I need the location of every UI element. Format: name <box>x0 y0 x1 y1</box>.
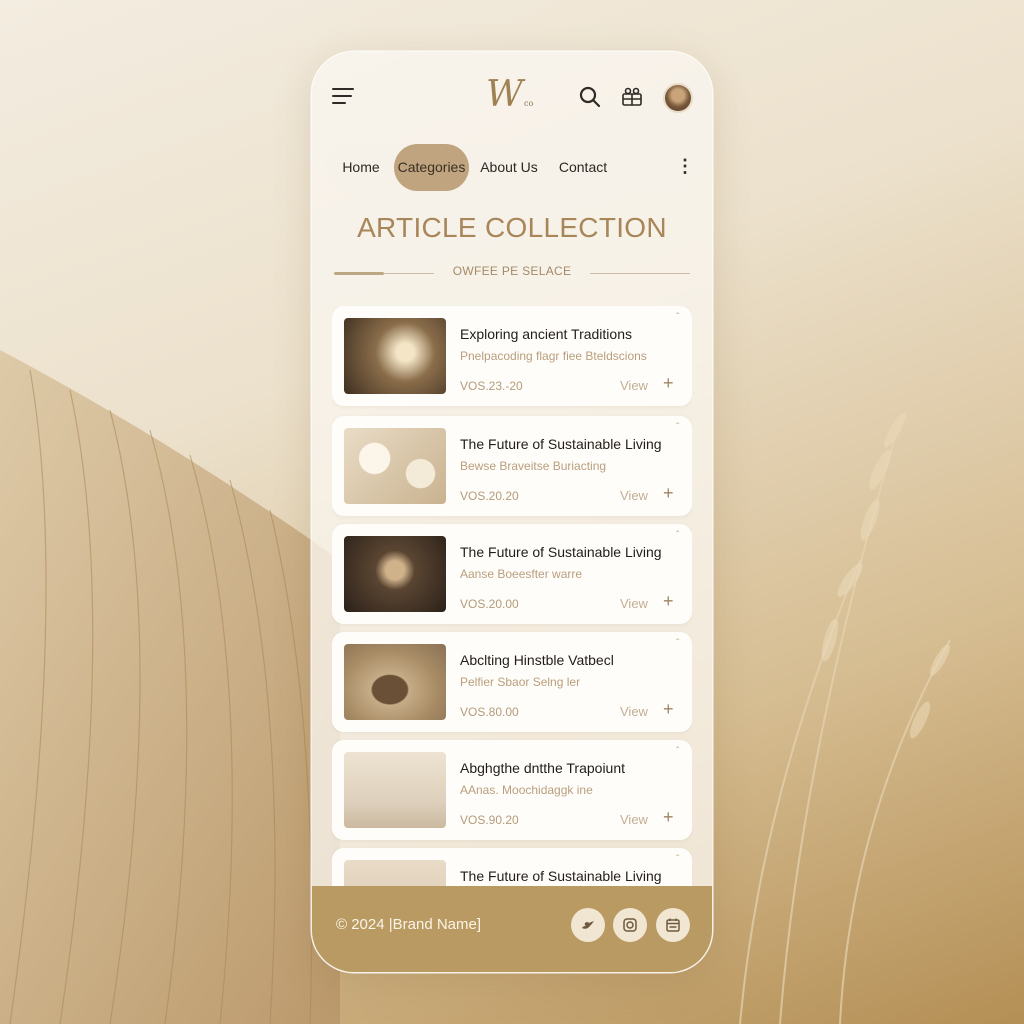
article-card[interactable]: Abclting Hinstble Vatbecl Pelfier Sbaor … <box>332 632 692 732</box>
nav-item-categories[interactable]: Categories <box>394 144 469 191</box>
card-menu-icon[interactable]: ˆ <box>676 422 679 433</box>
article-card[interactable]: The Future of Sustainable Living Aanse B… <box>332 524 692 624</box>
article-card[interactable]: The Future of Sustainable Living ˆ <box>332 848 692 886</box>
article-thumbnail <box>344 860 446 886</box>
article-date: VOS.20.00 <box>460 597 519 611</box>
article-date: VOS.20.20 <box>460 489 519 503</box>
divider-right <box>590 273 690 274</box>
nav-item-home[interactable]: Home <box>330 144 392 191</box>
add-icon[interactable]: + <box>663 699 674 720</box>
add-icon[interactable]: + <box>663 591 674 612</box>
article-date: VOS.90.20 <box>460 813 519 827</box>
menu-icon[interactable] <box>332 88 356 108</box>
article-subtitle: Bewse Braveitse Buriacting <box>460 459 607 473</box>
nav-item-contact[interactable]: Contact <box>551 144 615 191</box>
view-link[interactable]: View <box>620 378 648 393</box>
user-avatar[interactable] <box>665 85 691 111</box>
article-card[interactable]: Abghgthe dntthe Trapoiunt AAnas. Moochid… <box>332 740 692 840</box>
article-thumbnail <box>344 428 446 504</box>
article-title: Abclting Hinstble Vatbecl <box>460 652 614 668</box>
article-card[interactable]: Exploring ancient Traditions Pnelpacodin… <box>332 306 692 406</box>
article-thumbnail <box>344 536 446 612</box>
article-title: The Future of Sustainable Living <box>460 868 662 884</box>
add-icon[interactable]: + <box>663 483 674 504</box>
search-icon[interactable] <box>578 85 602 109</box>
nav-item-about-us[interactable]: About Us <box>475 144 543 191</box>
article-date: VOS.23.-20 <box>460 379 523 393</box>
article-subtitle: AAnas. Moochidaggk ine <box>460 783 593 797</box>
article-title: Exploring ancient Traditions <box>460 326 632 342</box>
view-link[interactable]: View <box>620 596 648 611</box>
card-menu-icon[interactable]: ˆ <box>676 746 679 757</box>
article-thumbnail <box>344 752 446 828</box>
gift-icon[interactable] <box>620 85 644 109</box>
card-menu-icon[interactable]: ˆ <box>676 638 679 649</box>
article-thumbnail <box>344 644 446 720</box>
top-bar: Wco <box>312 52 712 142</box>
nav-bar: Home Categories About Us Contact ⋮ <box>326 144 696 191</box>
section-subtitle-row: OWFEE PE SELACE <box>334 264 690 284</box>
article-date: VOS.80.00 <box>460 705 519 719</box>
article-title: The Future of Sustainable Living <box>460 436 662 452</box>
article-list: Exploring ancient Traditions Pnelpacodin… <box>332 306 692 886</box>
footer: © 2024 |Brand Name] <box>312 886 712 972</box>
section-title: ARTICLE COLLECTION <box>357 212 667 243</box>
calendar-icon[interactable] <box>656 908 690 942</box>
article-subtitle: Aanse Boeesfter warre <box>460 567 583 581</box>
article-subtitle: Pelfier Sbaor Selng ler <box>460 675 581 689</box>
phone-frame: Wco Home Categories About Us Contact ⋮ A… <box>312 52 712 972</box>
brand-logo[interactable]: Wco <box>486 74 533 115</box>
card-menu-icon[interactable]: ˆ <box>676 530 679 541</box>
copyright-text: © 2024 |Brand Name] <box>336 916 482 933</box>
article-card[interactable]: The Future of Sustainable Living Bewse B… <box>332 416 692 516</box>
card-menu-icon[interactable]: ˆ <box>676 854 679 865</box>
logo-small-text: co <box>524 99 534 108</box>
view-link[interactable]: View <box>620 488 648 503</box>
view-link[interactable]: View <box>620 704 648 719</box>
instagram-icon[interactable] <box>613 908 647 942</box>
view-link[interactable]: View <box>620 812 648 827</box>
section-subtitle: OWFEE PE SELACE <box>452 264 572 278</box>
add-icon[interactable]: + <box>663 807 674 828</box>
twitter-icon[interactable] <box>571 908 605 942</box>
article-subtitle: Pnelpacoding flagr fiee Bteldscions <box>460 349 647 363</box>
more-options-icon[interactable]: ⋮ <box>676 144 694 191</box>
card-menu-icon[interactable]: ˆ <box>676 312 679 323</box>
article-title: The Future of Sustainable Living <box>460 544 662 560</box>
article-title: Abghgthe dntthe Trapoiunt <box>460 760 626 776</box>
article-thumbnail <box>344 318 446 394</box>
add-icon[interactable]: + <box>663 373 674 394</box>
logo-text: W <box>486 74 524 115</box>
